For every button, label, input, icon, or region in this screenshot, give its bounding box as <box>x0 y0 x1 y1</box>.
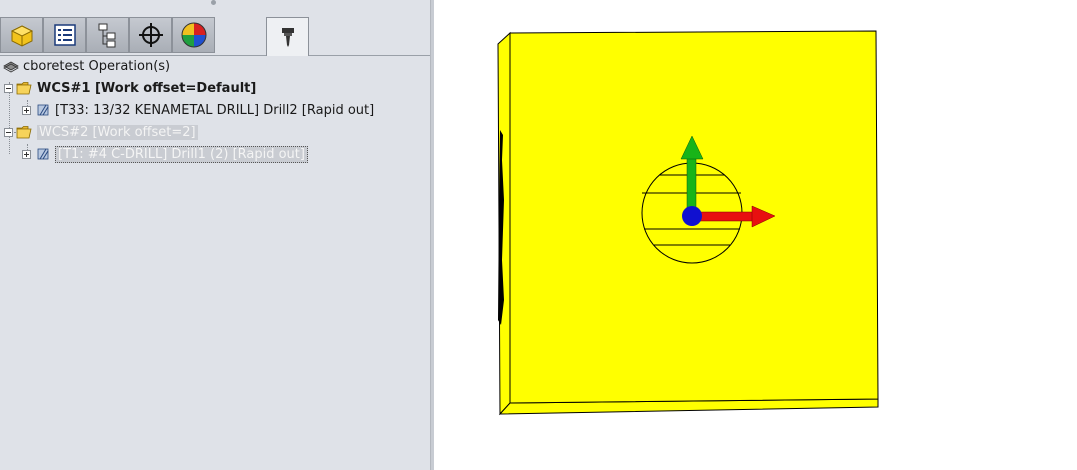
tab-configuration-manager[interactable] <box>86 17 129 53</box>
drill-tool-icon <box>281 28 294 47</box>
panel-grip-handle[interactable] <box>211 0 216 5</box>
property-list-icon <box>53 24 76 46</box>
open-folder-icon <box>16 82 32 95</box>
tab-dimxpert[interactable] <box>129 17 172 53</box>
tree-node-op1[interactable]: [T33: 13/32 KENAMETAL DRILL] Drill2 [Rap… <box>22 100 374 120</box>
tree-node-wcs1[interactable]: WCS#1 [Work offset=Default] <box>4 78 256 98</box>
part-icon <box>10 25 33 47</box>
collapse-toggle-wcs1[interactable] <box>4 83 13 93</box>
tree-node-op2-label: [T1: #4 C-DRILL] Drill1 (2) [Rapid out] <box>55 145 308 163</box>
tree-node-op1-label: [T33: 13/32 KENAMETAL DRILL] Drill2 [Rap… <box>55 102 375 118</box>
tree-node-wcs2-label: WCS#2 [Work offset=2] <box>37 124 198 140</box>
crosshair-icon <box>138 23 163 47</box>
drill-operation-icon <box>37 104 49 116</box>
tree-node-wcs1-label: WCS#1 [Work offset=Default] <box>37 80 257 96</box>
x-axis-shaft <box>692 211 756 222</box>
tab-feature-manager[interactable] <box>0 17 43 53</box>
open-folder-icon <box>16 126 32 139</box>
collapse-toggle-wcs2[interactable] <box>4 127 13 137</box>
tab-cam-operation-tree[interactable] <box>266 17 309 56</box>
tree-root[interactable]: cboretest Operation(s) <box>2 56 170 76</box>
tree-node-wcs2[interactable]: WCS#2 [Work offset=2] <box>4 122 198 142</box>
graphics-viewport[interactable] <box>434 0 1077 470</box>
expand-toggle-op2[interactable] <box>22 149 31 159</box>
tab-display-manager[interactable] <box>172 17 215 53</box>
expand-toggle-op1[interactable] <box>22 105 31 115</box>
manager-tab-strip <box>0 15 430 56</box>
tree-root-label: cboretest Operation(s) <box>23 58 171 74</box>
model-view <box>497 30 879 416</box>
cam-manager-panel: cboretest Operation(s) WCS#1 [Work offse… <box>0 0 430 470</box>
tree-node-op2[interactable]: [T1: #4 C-DRILL] Drill1 (2) [Rapid out] <box>22 144 308 164</box>
origin-marker <box>682 206 702 226</box>
color-sphere-icon <box>181 22 206 48</box>
configuration-tree-icon <box>98 23 115 48</box>
drill-operation-icon <box>37 148 49 160</box>
tab-property-manager[interactable] <box>43 17 86 53</box>
operations-icon <box>3 61 19 73</box>
